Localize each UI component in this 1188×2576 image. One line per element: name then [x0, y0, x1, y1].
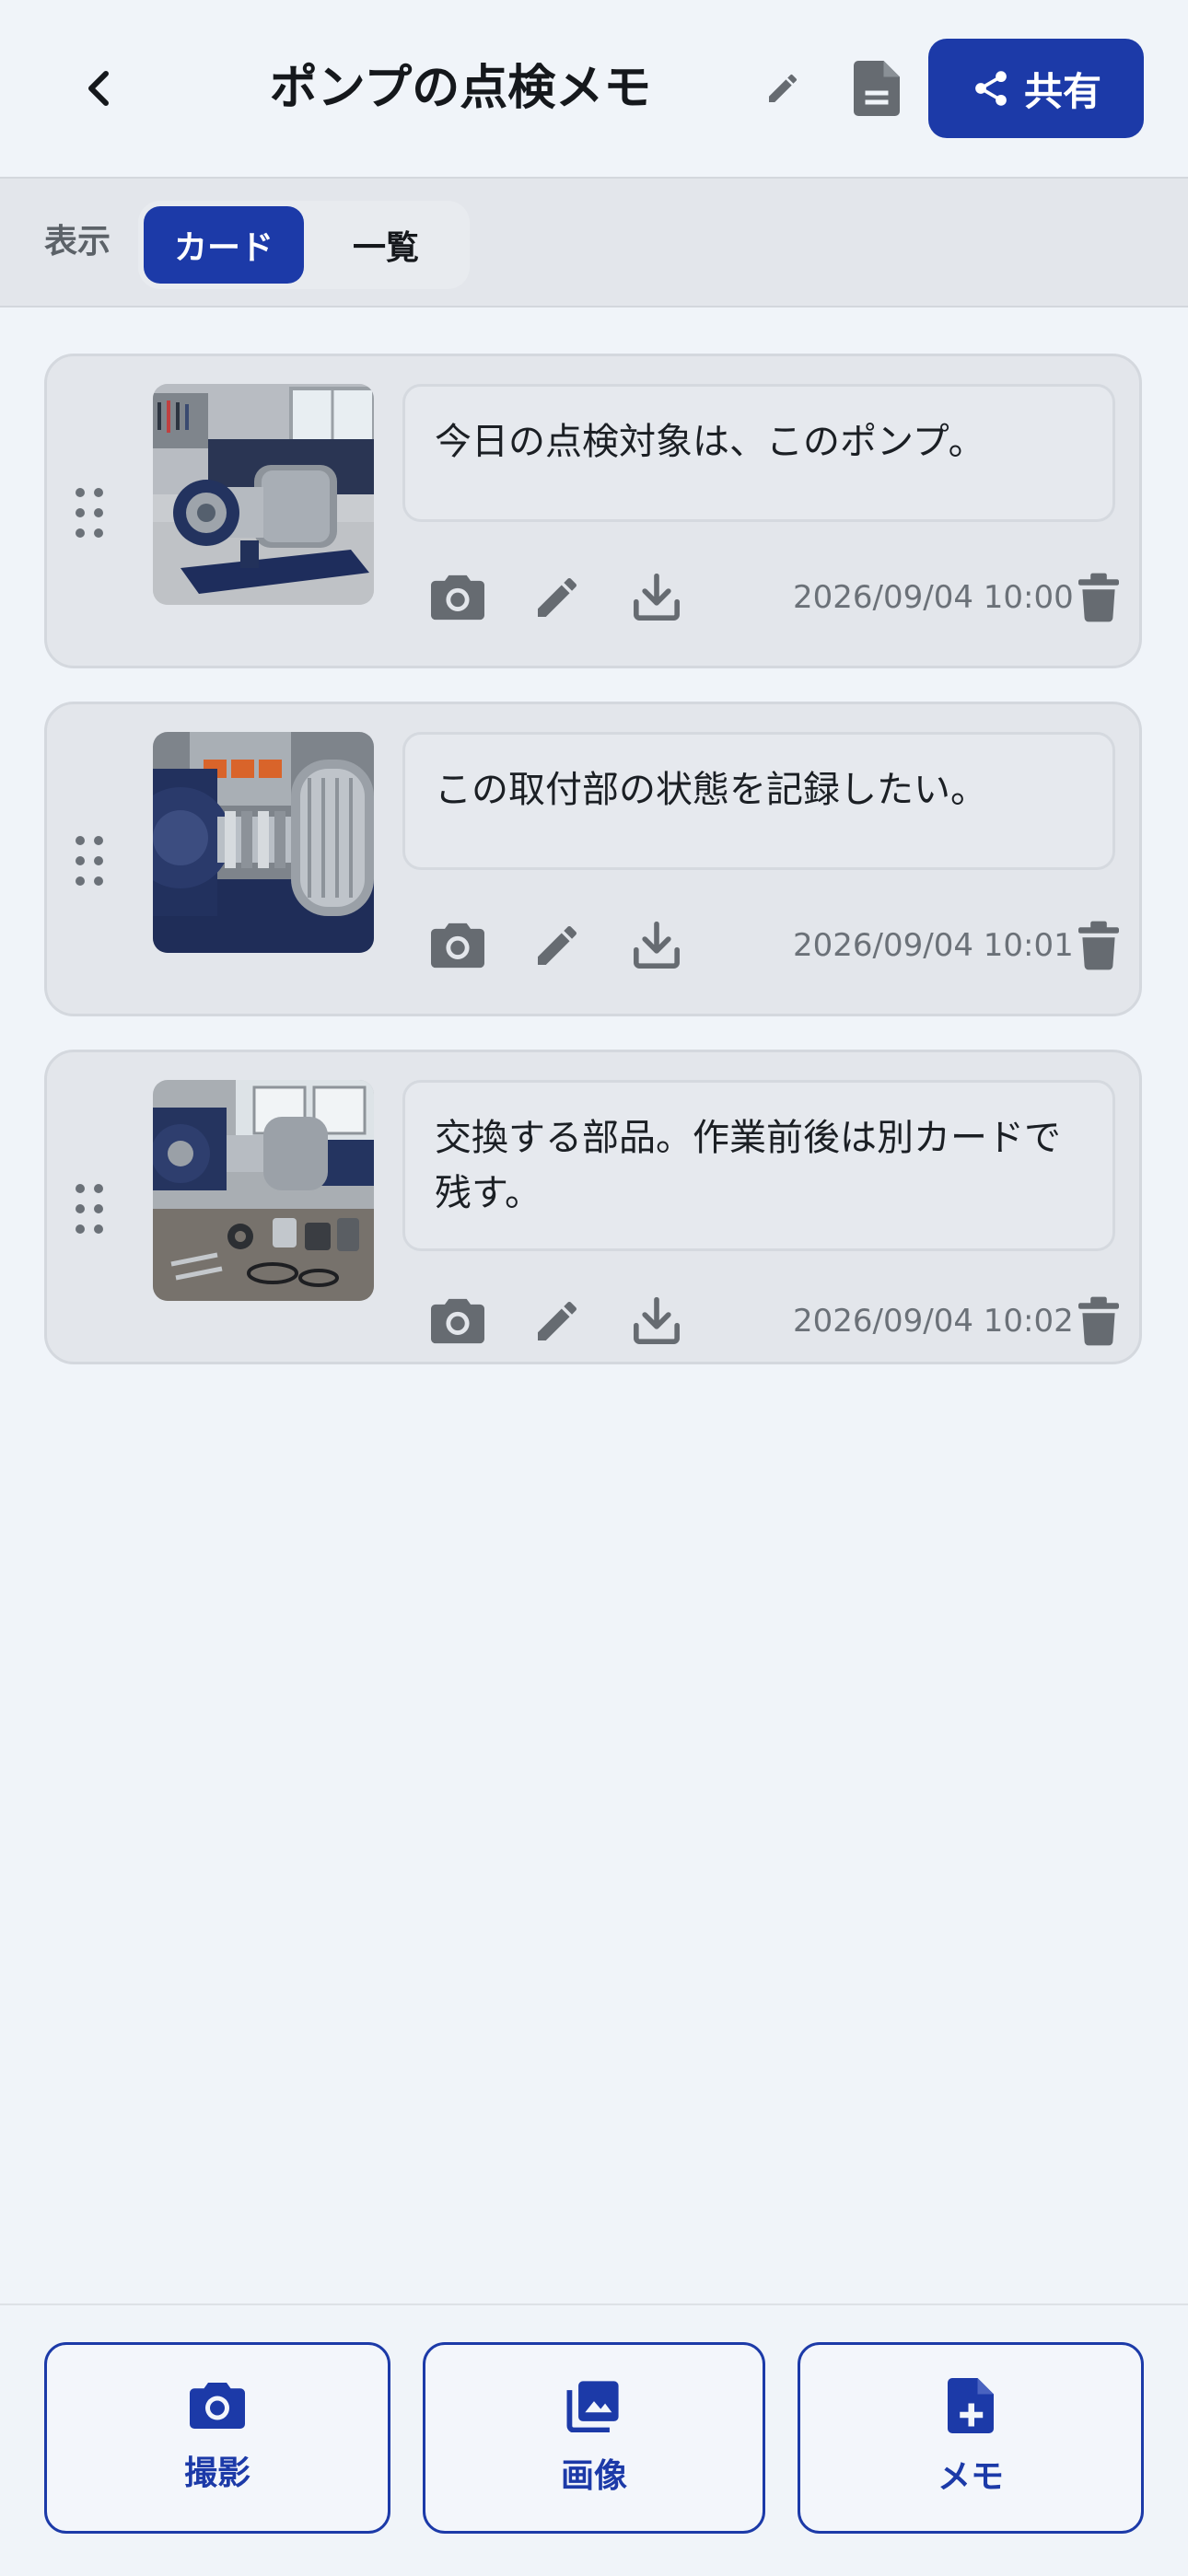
view-toggle-bar: 表示 カード 一覧 [0, 177, 1188, 307]
retake-photo-button[interactable] [425, 1284, 491, 1358]
share-button-label: 共有 [1023, 68, 1101, 114]
coupling-closeup-photo[interactable] [153, 732, 374, 953]
gallery-icon [566, 2381, 619, 2432]
delete-card-button[interactable] [1066, 909, 1132, 982]
download-icon [634, 921, 680, 969]
download-button[interactable] [623, 909, 690, 982]
card-actions: 2026/09/04 10:01 [425, 909, 1124, 982]
card-timestamp: 2026/09/04 10:02 [793, 1303, 1074, 1340]
share-button[interactable]: 共有 [928, 39, 1144, 138]
camera-icon [431, 574, 484, 621]
chevron-left-icon [88, 71, 109, 106]
document-icon [854, 61, 900, 116]
add-image-label: 画像 [560, 2457, 627, 2495]
delete-card-button[interactable] [1066, 1284, 1132, 1358]
drag-handle-icon[interactable] [71, 1181, 108, 1236]
edit-memo-button[interactable] [524, 1284, 590, 1358]
delete-card-button[interactable] [1066, 561, 1132, 634]
parts-on-bench-photo[interactable] [153, 1080, 374, 1301]
tab-card-view[interactable]: カード [144, 206, 304, 284]
take-photo-label: 撮影 [183, 2454, 250, 2492]
download-icon [634, 573, 680, 621]
bottom-action-bar: 撮影 画像 メモ [0, 2303, 1188, 2576]
memo-card: 今日の点検対象は、このポンプ。 2026/09/04 10:00 [44, 354, 1142, 668]
back-button[interactable] [63, 48, 136, 129]
card-actions: 2026/09/04 10:00 [425, 561, 1124, 634]
card-timestamp: 2026/09/04 10:00 [793, 579, 1074, 616]
retake-photo-button[interactable] [425, 909, 491, 982]
camera-icon [431, 922, 484, 969]
tab-list-view[interactable]: 一覧 [308, 206, 464, 284]
camera-icon [190, 2383, 245, 2429]
app-header: ポンプの点検メモ 共有 [0, 0, 1188, 177]
memo-card: 交換する部品。作業前後は別カードで残す。 2026/09/04 10:02 [44, 1050, 1142, 1364]
download-icon [634, 1296, 680, 1344]
pencil-icon [769, 74, 798, 102]
pencil-icon [538, 577, 577, 617]
share-icon [975, 71, 1007, 106]
download-button[interactable] [623, 1284, 690, 1358]
pencil-icon [538, 1301, 577, 1340]
add-note-icon [948, 2378, 994, 2433]
camera-icon [431, 1298, 484, 1344]
drag-handle-icon[interactable] [71, 833, 108, 888]
add-memo-label: メモ [937, 2458, 1004, 2496]
document-button[interactable] [840, 52, 914, 125]
take-photo-button[interactable]: 撮影 [44, 2342, 390, 2534]
trash-icon [1078, 921, 1119, 970]
drag-handle-icon[interactable] [71, 485, 108, 540]
page-title[interactable]: ポンプの点検メモ [230, 52, 691, 125]
trash-icon [1078, 573, 1119, 622]
view-toggle-label: 表示 [44, 223, 111, 261]
download-button[interactable] [623, 561, 690, 634]
view-segmented-control: カード 一覧 [138, 201, 470, 289]
trash-icon [1078, 1296, 1119, 1346]
pump-overview-photo[interactable] [153, 384, 374, 605]
pencil-icon [538, 925, 577, 965]
memo-text[interactable]: 今日の点検対象は、このポンプ。 [402, 384, 1115, 522]
rename-title-button[interactable] [753, 59, 812, 118]
card-timestamp: 2026/09/04 10:01 [793, 927, 1074, 964]
add-memo-button[interactable]: メモ [798, 2342, 1144, 2534]
retake-photo-button[interactable] [425, 561, 491, 634]
edit-memo-button[interactable] [524, 909, 590, 982]
memo-text[interactable]: この取付部の状態を記録したい。 [402, 732, 1115, 870]
memo-text[interactable]: 交換する部品。作業前後は別カードで残す。 [402, 1080, 1115, 1251]
memo-card: この取付部の状態を記録したい。 2026/09/04 10:01 [44, 702, 1142, 1016]
add-image-button[interactable]: 画像 [423, 2342, 765, 2534]
edit-memo-button[interactable] [524, 561, 590, 634]
card-actions: 2026/09/04 10:02 [425, 1284, 1124, 1358]
